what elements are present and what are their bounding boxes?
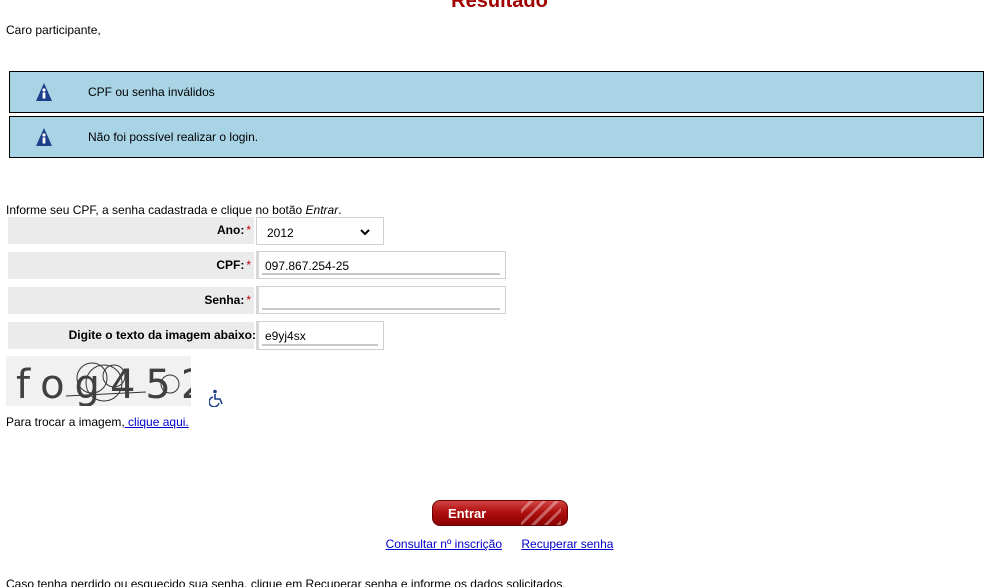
footer-note: Caso tenha perdido ou esquecido sua senh… xyxy=(6,577,566,587)
senha-input[interactable] xyxy=(256,286,506,314)
consultar-inscricao-link[interactable]: Consultar nº inscrição xyxy=(386,537,502,551)
greeting-text: Caro participante, xyxy=(6,23,101,37)
captcha-image: fog452 xyxy=(6,356,191,406)
recuperar-senha-link[interactable]: Recuperar senha xyxy=(521,537,613,551)
info-icon xyxy=(35,127,53,147)
senha-row: Senha: * xyxy=(8,287,254,314)
page-title: Resultado xyxy=(451,0,548,12)
instruction-text: Informe seu CPF, a senha cadastrada e cl… xyxy=(6,203,342,217)
accessibility-icon[interactable] xyxy=(208,389,227,408)
chevron-down-icon xyxy=(359,226,371,236)
ano-select[interactable]: 2012 xyxy=(256,217,384,245)
senha-label: Senha: * xyxy=(204,293,251,307)
alert-login-failed: Não foi possível realizar o login. xyxy=(9,116,984,158)
swap-captcha-text: Para trocar a imagem, clique aqui. xyxy=(6,415,189,429)
ano-label: Ano: * xyxy=(217,223,251,237)
alert-message: CPF ou senha inválidos xyxy=(88,85,215,99)
captcha-input[interactable]: e9yj4sx xyxy=(256,321,384,350)
swap-captcha-link[interactable]: clique aqui. xyxy=(125,415,189,429)
ano-row: Ano: * xyxy=(8,217,254,244)
entrar-button[interactable]: Entrar xyxy=(432,500,568,526)
cpf-label: CPF: * xyxy=(216,258,251,272)
captcha-label: Digite o texto da imagem abaixo: xyxy=(68,328,256,342)
captcha-glyphs: fog452 xyxy=(16,362,191,406)
alert-message: Não foi possível realizar o login. xyxy=(88,130,259,144)
cpf-row: CPF: * xyxy=(8,252,254,279)
footer-links: Consultar nº inscrição Recuperar senha xyxy=(0,537,999,551)
alert-invalid-credentials: CPF ou senha inválidos xyxy=(9,71,984,113)
cpf-input[interactable]: 097.867.254-25 xyxy=(256,251,506,279)
info-icon xyxy=(35,82,53,102)
captcha-row: Digite o texto da imagem abaixo: xyxy=(8,322,256,349)
